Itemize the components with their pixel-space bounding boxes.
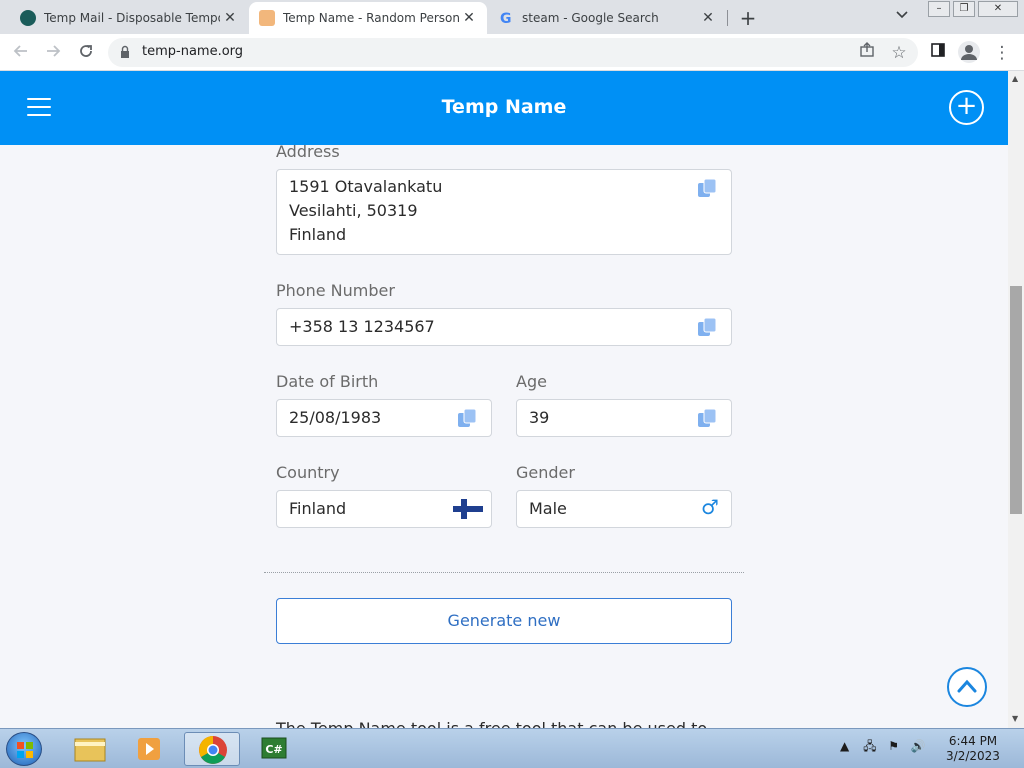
tab-title: Temp Mail - Disposable Temporary (44, 11, 220, 25)
copy-icon[interactable] (696, 177, 718, 199)
site-title: Temp Name (441, 96, 567, 118)
country-field[interactable]: Finland (276, 490, 492, 528)
back-arrow-icon[interactable] (10, 42, 32, 64)
forward-arrow-icon[interactable] (42, 42, 64, 64)
page-viewport: Temp Name + Address 1591 Otavalankatu Ve… (0, 71, 1008, 728)
scroll-up-arrow-icon[interactable]: ▲ (1012, 74, 1018, 83)
taskbar-clock[interactable]: 6:44 PM 3/2/2023 (930, 734, 1016, 764)
finland-flag-icon (453, 499, 483, 519)
scrollbar-thumb[interactable] (1010, 286, 1022, 514)
reload-icon[interactable] (75, 42, 97, 64)
dob-field[interactable]: 25/08/1983 (276, 399, 492, 437)
system-tray[interactable]: ▲ 🖧 ⚑ 🔊 (840, 737, 926, 758)
phone-field[interactable]: +358 13 1234567 (276, 308, 732, 346)
age-label: Age (516, 372, 547, 391)
tab-temp-name[interactable]: Temp Name - Random Person Generator ✕ (249, 2, 487, 34)
vertical-scrollbar[interactable]: ▲ ▼ (1008, 71, 1024, 728)
restore-window-button[interactable]: ❐ (953, 1, 975, 17)
generate-new-button[interactable]: Generate new (276, 598, 732, 644)
tab-strip: Temp Mail - Disposable Temporary ✕ Temp … (0, 0, 1024, 34)
address-label: Address (276, 142, 340, 161)
chrome-taskbar-icon[interactable] (184, 732, 240, 766)
dob-value: 25/08/1983 (289, 408, 382, 427)
tab-search-chevron-icon[interactable] (896, 8, 908, 22)
side-panel-icon[interactable] (927, 42, 949, 64)
close-tab-icon[interactable]: ✕ (222, 10, 238, 26)
age-value: 39 (529, 408, 550, 427)
minimize-window-button[interactable]: – (928, 1, 950, 17)
tab-title: Temp Name - Random Person Generator (283, 11, 459, 25)
close-tab-icon[interactable]: ✕ (461, 10, 477, 26)
tab-google-search[interactable]: G steam - Google Search ✕ (488, 2, 726, 34)
clock-date: 3/2/2023 (946, 749, 1000, 763)
temp-name-favicon-icon (259, 10, 275, 26)
gender-label: Gender (516, 463, 575, 482)
dob-label: Date of Birth (276, 372, 379, 391)
show-hidden-icons-icon[interactable]: ▲ (840, 739, 849, 753)
browser-toolbar: temp-name.org ☆ ⋮ (0, 34, 1024, 71)
tab-title: steam - Google Search (522, 11, 659, 25)
file-explorer-icon[interactable] (62, 732, 118, 766)
windows-taskbar: C# ▲ 🖧 ⚑ 🔊 6:44 PM 3/2/2023 (0, 728, 1024, 768)
copy-icon[interactable] (456, 407, 478, 429)
copy-icon[interactable] (696, 407, 718, 429)
bookmark-star-icon[interactable]: ☆ (888, 42, 910, 64)
address-line-2: Vesilahti, 50319 (289, 201, 418, 220)
lock-icon (121, 45, 129, 58)
gender-value: Male (529, 499, 567, 518)
volume-icon[interactable]: 🔊 (911, 739, 926, 753)
temp-mail-favicon-icon (20, 10, 36, 26)
country-label: Country (276, 463, 340, 482)
csharp-label: C# (265, 743, 282, 756)
start-button[interactable] (6, 732, 42, 766)
chrome-menu-icon[interactable]: ⋮ (991, 42, 1013, 64)
scroll-to-top-button[interactable] (947, 667, 987, 707)
action-center-flag-icon[interactable]: ⚑ (888, 739, 899, 753)
profile-avatar-icon[interactable] (958, 41, 980, 63)
address-bar[interactable]: temp-name.org (108, 38, 918, 67)
address-field[interactable]: 1591 Otavalankatu Vesilahti, 50319 Finla… (276, 169, 732, 255)
age-field[interactable]: 39 (516, 399, 732, 437)
new-tab-button[interactable]: + (738, 6, 758, 30)
clock-time: 6:44 PM (948, 734, 998, 748)
csharp-app-icon[interactable]: C# (246, 732, 302, 766)
url-text: temp-name.org (142, 44, 244, 59)
copy-icon[interactable] (696, 316, 718, 338)
google-favicon-icon: G (498, 10, 514, 27)
section-divider (264, 572, 744, 573)
close-window-button[interactable]: ✕ (978, 1, 1018, 17)
gender-field[interactable]: Male ♂ (516, 490, 732, 528)
media-player-icon[interactable] (122, 732, 178, 766)
svg-text:G: G (500, 11, 512, 26)
address-line-1: 1591 Otavalankatu (289, 177, 443, 196)
close-tab-icon[interactable]: ✕ (700, 10, 716, 26)
intro-paragraph: The Temp Name tool is a free tool that c… (276, 719, 707, 728)
chevron-up-icon (957, 679, 977, 693)
address-line-3: Finland (289, 225, 347, 244)
male-symbol-icon: ♂ (701, 495, 719, 519)
network-icon[interactable]: 🖧 (863, 739, 876, 753)
phone-value: +358 13 1234567 (289, 317, 435, 336)
country-value: Finland (289, 499, 347, 518)
add-plus-button[interactable]: + (949, 90, 984, 125)
phone-label: Phone Number (276, 281, 395, 300)
tab-separator (727, 10, 728, 26)
scroll-down-arrow-icon[interactable]: ▼ (1012, 714, 1018, 723)
share-icon[interactable] (856, 42, 878, 64)
site-header: Temp Name + (0, 71, 1008, 145)
tab-temp-mail[interactable]: Temp Mail - Disposable Temporary ✕ (10, 2, 248, 34)
